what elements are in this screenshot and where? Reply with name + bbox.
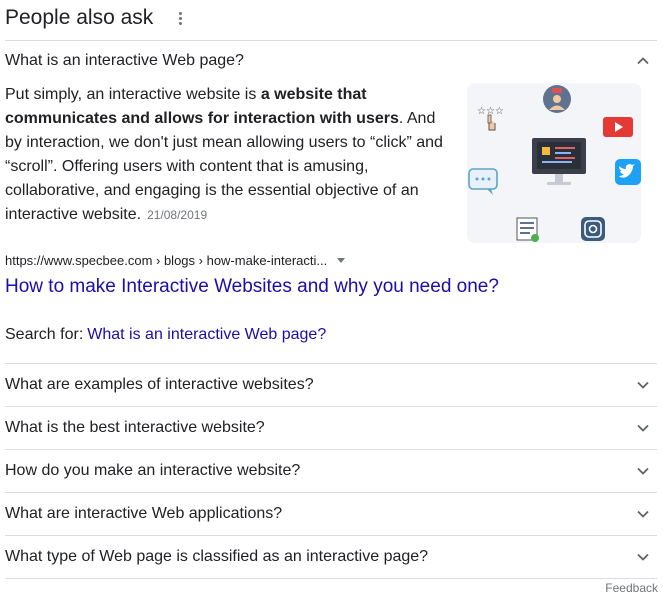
question-row[interactable]: How do you make an interactive website? [5, 450, 657, 493]
paa-header: People also ask [5, 0, 657, 41]
monitor-icon [532, 138, 586, 185]
question-expanded[interactable]: What is an interactive Web page? [5, 41, 657, 81]
question-row[interactable]: What are interactive Web applications? [5, 493, 657, 536]
user-icon [543, 85, 571, 113]
question-text: How do you make an interactive website? [5, 462, 301, 479]
search-for-link[interactable]: What is an interactive Web page? [87, 326, 326, 344]
more-options-icon[interactable] [173, 8, 187, 28]
document-icon [516, 217, 539, 242]
chevron-down-icon[interactable] [633, 418, 653, 438]
result-source: https://www.specbee.com › blogs › how-ma… [5, 249, 657, 271]
source-url: https://www.specbee.com › blogs › how-ma… [5, 252, 328, 268]
source-menu-icon[interactable] [337, 257, 346, 263]
feedback-link[interactable]: Feedback [605, 581, 658, 595]
youtube-icon [603, 117, 633, 137]
chat-icon [468, 168, 498, 195]
paa-title: People also ask [5, 6, 154, 29]
instagram-icon [581, 217, 605, 241]
answer-pre: Put simply, an interactive website is [5, 86, 261, 103]
search-for: Search for: What is an interactive Web p… [5, 324, 657, 364]
answer-date: 21/08/2019 [147, 208, 208, 222]
search-for-label: Search for: [5, 326, 84, 343]
rating-hand-icon: ☆☆☆ [477, 106, 504, 131]
people-also-ask: People also ask What is an interactive W… [5, 0, 657, 579]
answer-snippet: Put simply, an interactive website is a … [5, 83, 445, 227]
question-text: What are interactive Web applications? [5, 505, 283, 522]
chevron-down-icon[interactable] [633, 547, 653, 567]
chevron-down-icon[interactable] [633, 375, 653, 395]
question-text: What is an interactive Web page? [5, 52, 244, 69]
chevron-up-icon[interactable] [633, 51, 653, 71]
twitter-icon [615, 159, 641, 185]
answer-thumbnail[interactable]: ☆☆☆ [467, 83, 641, 243]
question-row[interactable]: What are examples of interactive website… [5, 364, 657, 407]
answer-panel: Put simply, an interactive website is a … [5, 81, 657, 245]
result-link[interactable]: How to make Interactive Websites and why… [5, 274, 657, 300]
question-text: What type of Web page is classified as a… [5, 548, 429, 565]
question-text: What are examples of interactive website… [5, 376, 314, 393]
question-text: What is the best interactive website? [5, 419, 265, 436]
question-row[interactable]: What type of Web page is classified as a… [5, 536, 657, 579]
question-row[interactable]: What is the best interactive website? [5, 407, 657, 450]
chevron-down-icon[interactable] [633, 461, 653, 481]
chevron-down-icon[interactable] [633, 504, 653, 524]
